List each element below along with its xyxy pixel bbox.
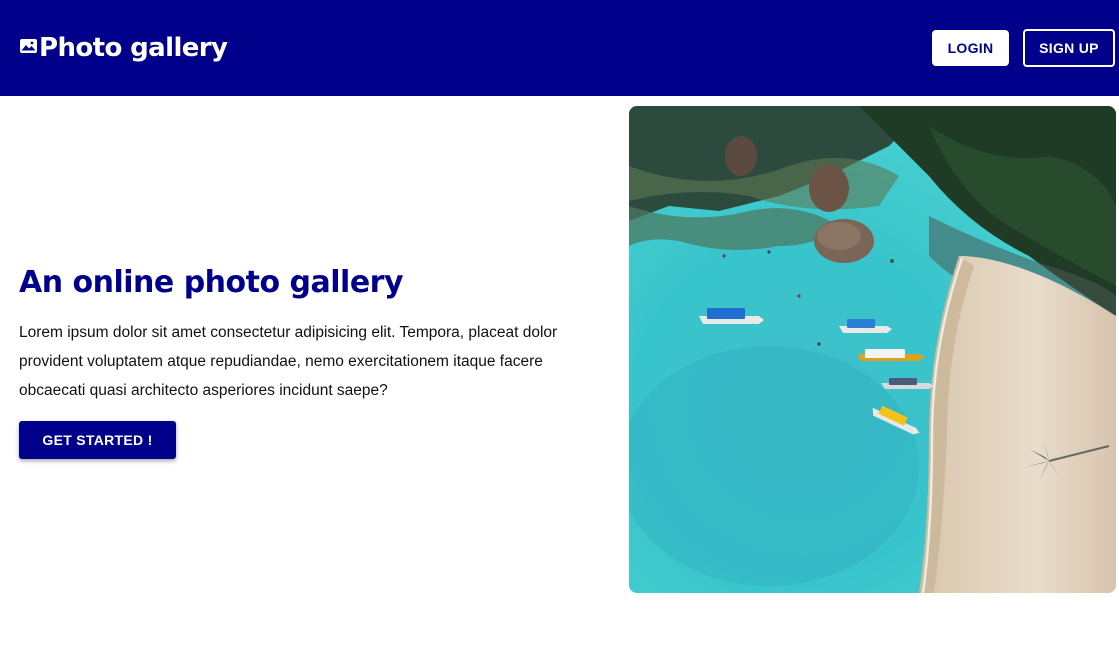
nav-buttons: LOGIN SIGN UP [932,29,1115,67]
signup-button[interactable]: SIGN UP [1023,29,1115,67]
brand-logo-link[interactable]: Photo gallery [20,33,228,63]
brand-title: Photo gallery [39,33,228,63]
hero-title: An online photo gallery [19,265,404,300]
hero-text-section: An online photo gallery Lorem ipsum dolo… [19,262,589,459]
hero-description: Lorem ipsum dolor sit amet consectetur a… [19,324,558,399]
aerial-beach-boats-photo [629,106,1116,593]
login-button[interactable]: LOGIN [932,30,1009,66]
get-started-button[interactable]: GET STARTED ! [19,421,176,459]
navbar: Photo gallery LOGIN SIGN UP [0,0,1119,96]
landscape-photo-icon [20,39,37,53]
